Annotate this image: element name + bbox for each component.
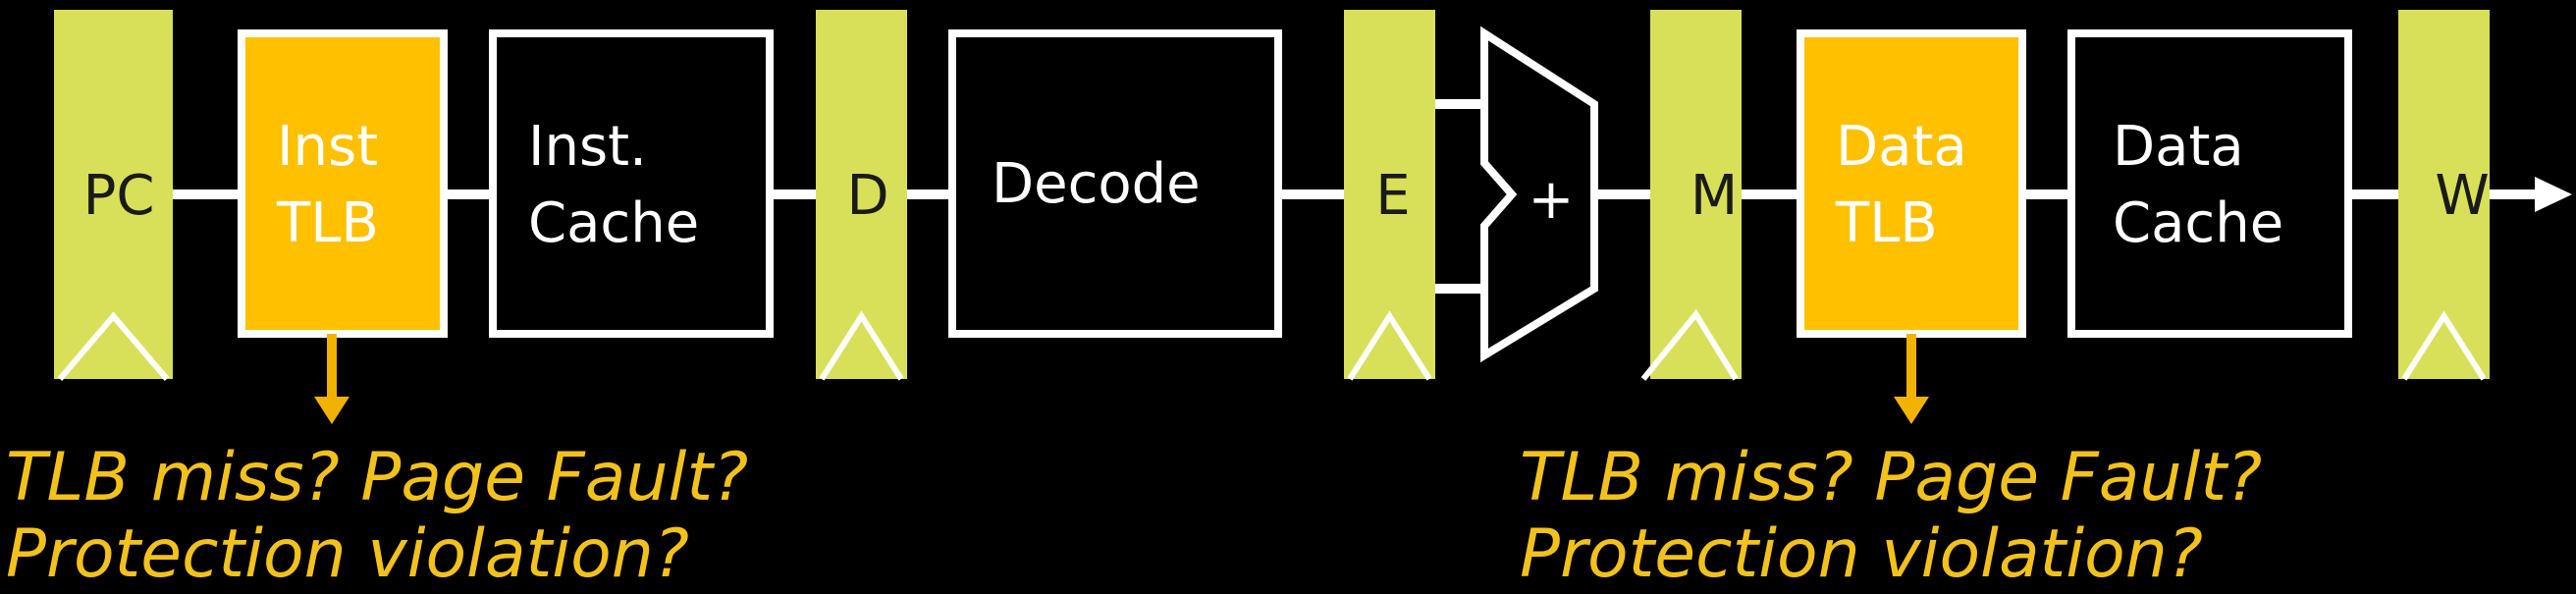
stage-alu: + bbox=[1480, 26, 1598, 363]
register-d-label: D bbox=[846, 164, 888, 228]
inst-exception-arrow-head bbox=[314, 397, 349, 424]
register-pc-label: PC bbox=[83, 164, 155, 228]
stage-inst-cache: Inst. Cache bbox=[489, 29, 774, 338]
data-tlb-label-line1: Data bbox=[1836, 115, 1967, 179]
data-exception-note-line1: TLB miss? Page Fault? bbox=[1520, 439, 2263, 516]
data-exception-arrow bbox=[1894, 334, 1929, 424]
inst-exception-note: TLB miss? Page Fault? Protection violati… bbox=[6, 440, 748, 593]
register-m: M bbox=[1640, 10, 1742, 381]
register-e: E bbox=[1344, 10, 1435, 381]
inst-tlb-box bbox=[238, 29, 448, 338]
register-w: W bbox=[2398, 10, 2490, 381]
inst-exception-note-line1: TLB miss? Page Fault? bbox=[6, 439, 749, 516]
data-exception-note-line2: Protection violation? bbox=[1520, 515, 2203, 593]
stage-data-cache: Data Cache bbox=[2067, 29, 2352, 338]
stage-inst-tlb: Inst TLB bbox=[238, 29, 448, 338]
inst-cache-box bbox=[489, 29, 774, 338]
output-arrow-head bbox=[2535, 177, 2572, 212]
inst-exception-arrow bbox=[314, 334, 349, 424]
data-tlb-label-line2: TLB bbox=[1835, 191, 1938, 255]
register-pc: PC bbox=[54, 10, 173, 381]
inst-tlb-label-line1: Inst bbox=[277, 115, 378, 179]
register-m-label: M bbox=[1690, 164, 1738, 228]
stage-decode: Decode bbox=[948, 29, 1282, 338]
stage-data-tlb: Data TLB bbox=[1797, 29, 2026, 338]
inst-cache-label-line2: Cache bbox=[528, 191, 699, 255]
inst-exception-note-line2: Protection violation? bbox=[6, 515, 689, 593]
data-exception-arrow-head bbox=[1894, 397, 1929, 424]
data-exception-note: TLB miss? Page Fault? Protection violati… bbox=[1520, 440, 2262, 593]
data-cache-label-line1: Data bbox=[2113, 115, 2244, 179]
register-e-label: E bbox=[1375, 164, 1410, 228]
alu-label: + bbox=[1529, 168, 1575, 232]
register-d: D bbox=[816, 10, 907, 381]
data-tlb-box bbox=[1797, 29, 2026, 338]
data-cache-box bbox=[2067, 29, 2352, 338]
data-cache-label-line2: Cache bbox=[2113, 191, 2283, 255]
inst-tlb-label-line2: TLB bbox=[276, 191, 379, 255]
decode-label: Decode bbox=[992, 152, 1201, 216]
inst-cache-label-line1: Inst. bbox=[528, 115, 647, 179]
register-w-label: W bbox=[2435, 164, 2489, 228]
